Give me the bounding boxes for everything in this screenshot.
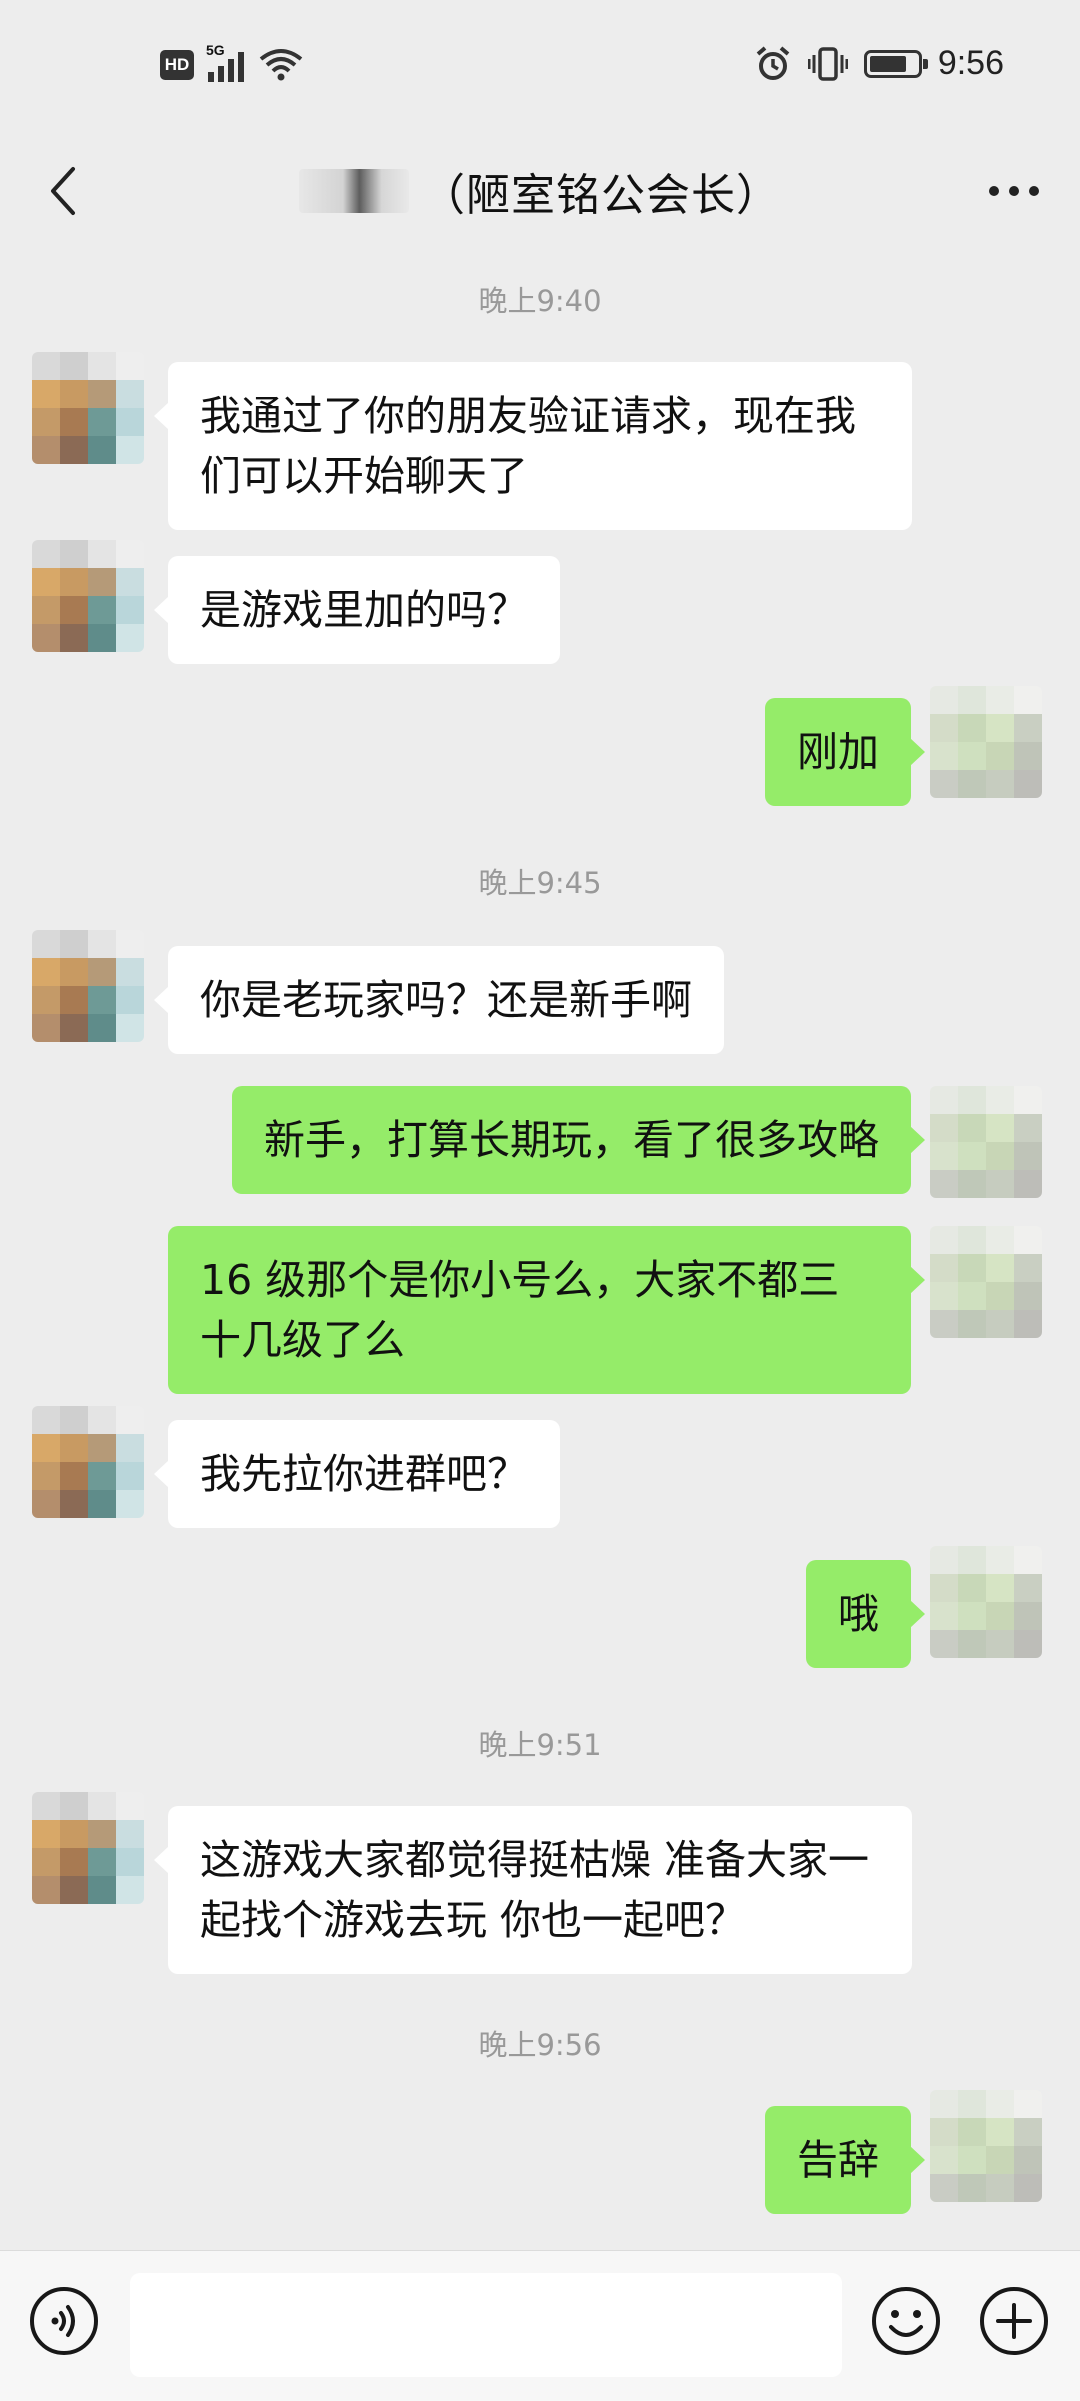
hd-icon: HD (160, 50, 194, 80)
signal-icon: 5G (206, 42, 244, 82)
contact-avatar[interactable] (32, 1406, 144, 1518)
emoji-button[interactable] (868, 2283, 944, 2359)
avatar-mosaic (32, 540, 144, 652)
outgoing-message[interactable]: 哦 (806, 1560, 925, 1668)
chat-header: （陋室铭公会长） (0, 136, 1080, 246)
vibrate-icon (807, 46, 848, 81)
my-avatar[interactable] (930, 1086, 1042, 1198)
hd-label: HD (164, 55, 190, 74)
my-avatar[interactable] (930, 1226, 1042, 1338)
my-avatar[interactable] (930, 686, 1042, 798)
contact-avatar[interactable] (32, 930, 144, 1042)
timestamp: 晚上9:56 (478, 2028, 602, 2062)
alarm-icon (756, 45, 790, 80)
battery-icon (863, 49, 928, 78)
chat-title: （陋室铭公会长） (421, 170, 781, 221)
timestamp: 晚上9:40 (478, 284, 602, 318)
status-left: HD 5G (160, 42, 304, 82)
outgoing-message[interactable]: 刚加 (765, 698, 925, 806)
outgoing-message[interactable]: 告辞 (765, 2106, 925, 2214)
status-right: 9:56 (754, 44, 1004, 83)
more-dots-icon (989, 186, 1039, 196)
outgoing-message[interactable]: 16 级那个是你小号么，大家不都三十几级了么 (168, 1226, 925, 1394)
contact-avatar[interactable] (32, 1792, 144, 1904)
incoming-message[interactable]: 我通过了你的朋友验证请求，现在我们可以开始聊天了 (154, 362, 912, 530)
avatar-mosaic (32, 1792, 144, 1904)
avatar-mosaic (930, 1086, 1042, 1198)
avatar-mosaic (32, 930, 144, 1042)
timestamp: 晚上9:45 (478, 866, 602, 900)
incoming-message[interactable]: 这游戏大家都觉得挺枯燥 准备大家一起找个游戏去玩 你也一起吧？ (154, 1806, 912, 1974)
incoming-message[interactable]: 你是老玩家吗？还是新手啊 (154, 946, 724, 1054)
my-avatar[interactable] (930, 2090, 1042, 2202)
contact-avatar[interactable] (32, 540, 144, 652)
clock: 9:56 (937, 44, 1004, 82)
voice-icon (30, 2287, 98, 2355)
emoji-icon (872, 2287, 940, 2355)
incoming-message[interactable]: 是游戏里加的吗？ (154, 556, 560, 664)
network-type-label: 5G (206, 42, 225, 58)
more-actions-button[interactable] (976, 2283, 1052, 2359)
wifi-icon (259, 49, 303, 81)
more-options-button[interactable] (974, 156, 1054, 226)
plus-circle-icon (980, 2287, 1048, 2355)
outgoing-message[interactable]: 新手，打算长期玩，看了很多攻略 (232, 1086, 925, 1194)
avatar-mosaic (32, 352, 144, 464)
chat-title-area: （陋室铭公会长） (0, 136, 1080, 246)
avatar-mosaic (930, 1226, 1042, 1338)
status-bar: HD 5G 9:56 (0, 0, 1080, 136)
message-input[interactable] (130, 2273, 842, 2377)
avatar-mosaic (32, 1406, 144, 1518)
avatar-mosaic (930, 686, 1042, 798)
avatar-mosaic (930, 2090, 1042, 2202)
voice-button[interactable] (26, 2283, 102, 2359)
timestamp: 晚上9:51 (478, 1728, 602, 1762)
contact-name-redacted (299, 169, 409, 213)
contact-avatar[interactable] (32, 352, 144, 464)
avatar-mosaic (930, 1546, 1042, 1658)
input-bar (0, 2250, 1080, 2401)
my-avatar[interactable] (930, 1546, 1042, 1658)
incoming-message[interactable]: 我先拉你进群吧？ (154, 1420, 560, 1528)
